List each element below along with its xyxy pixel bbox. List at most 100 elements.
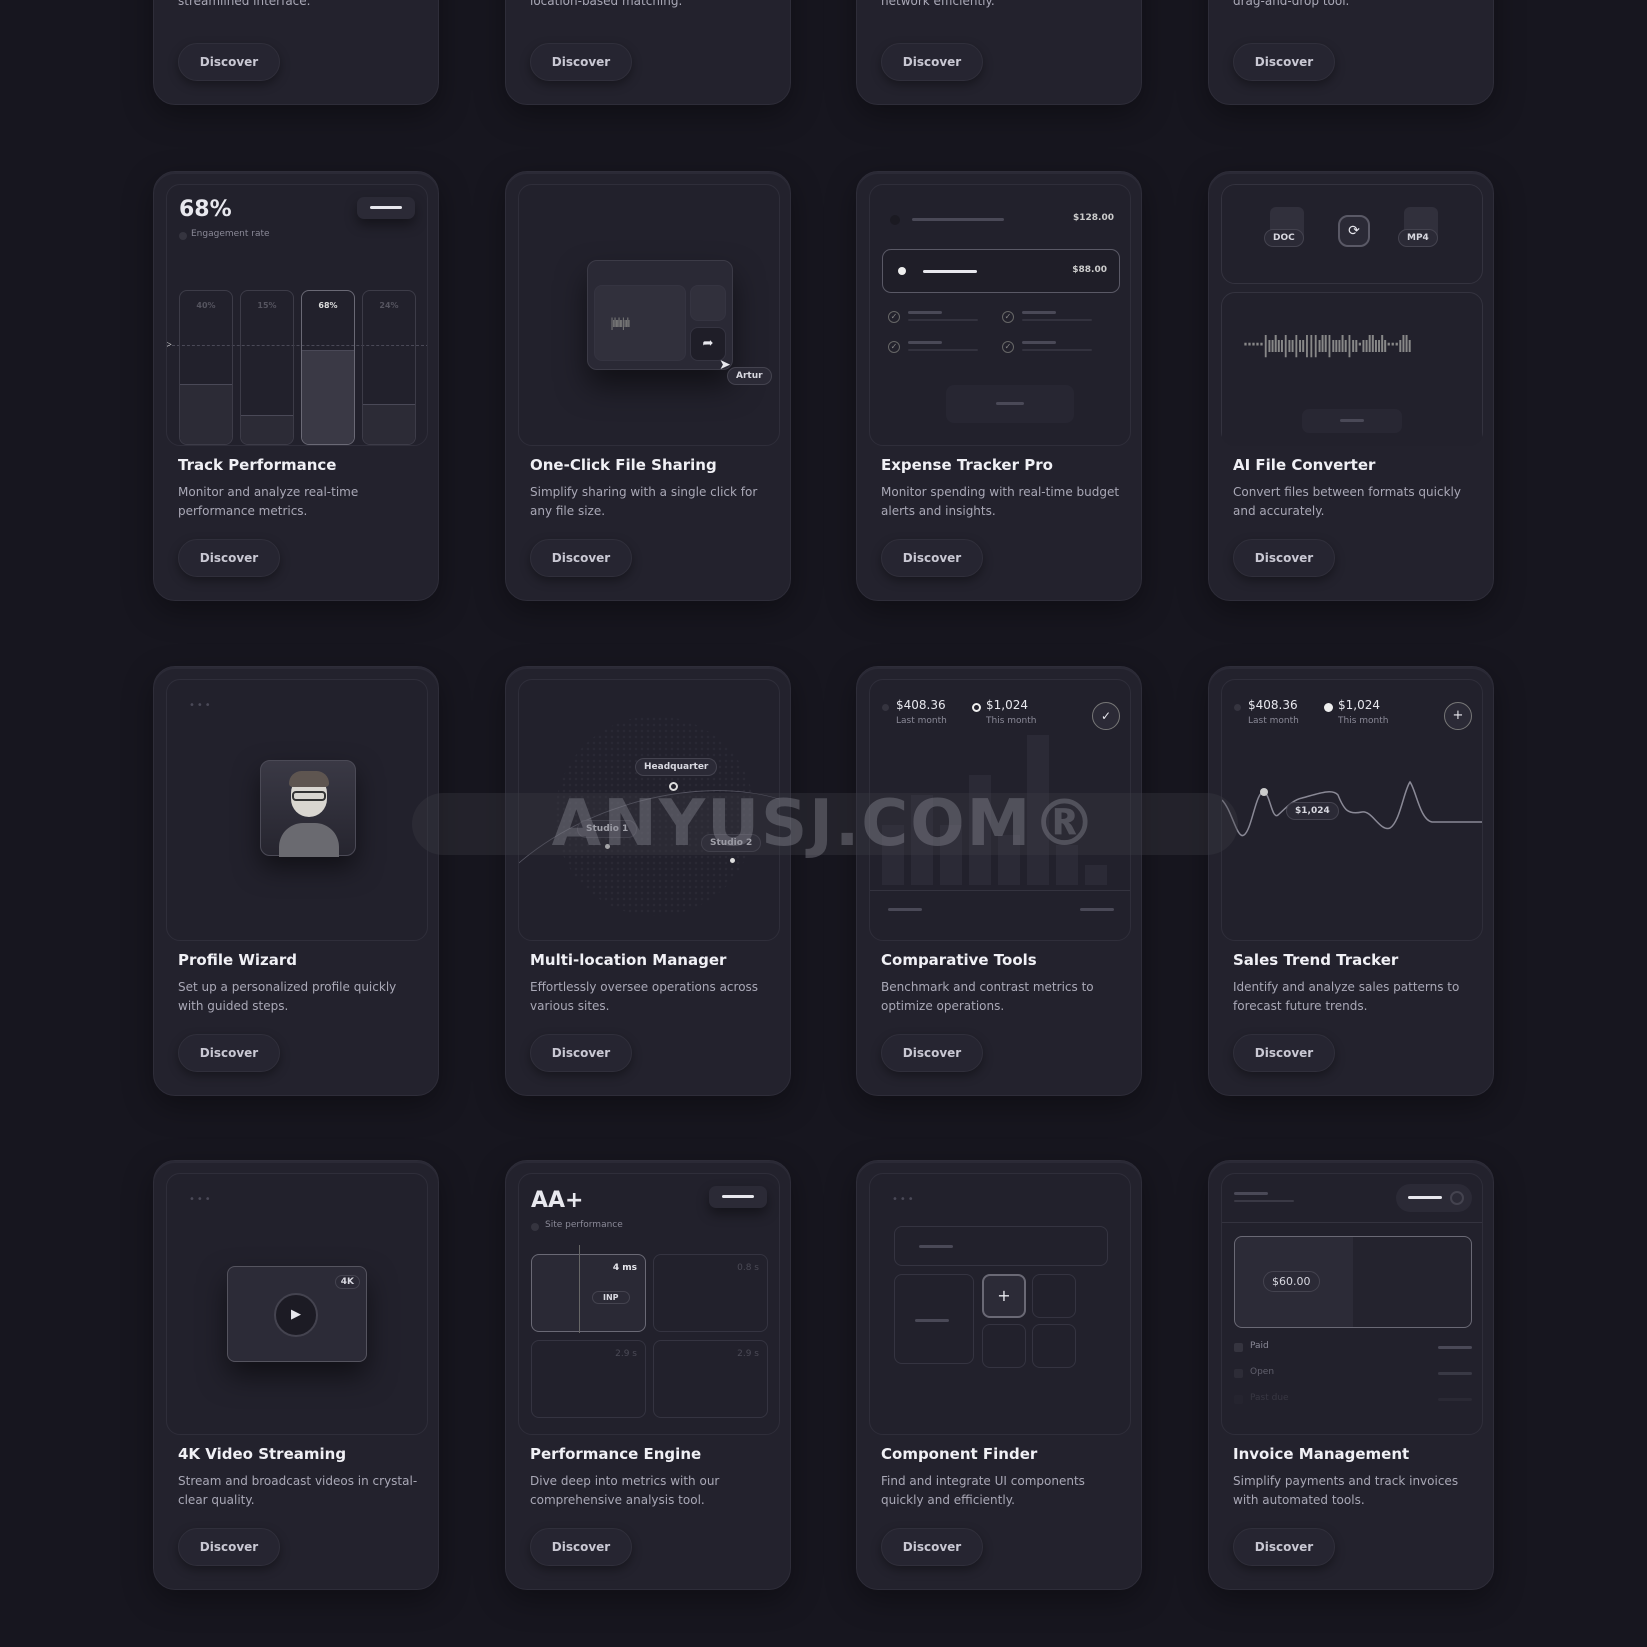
- discover-button[interactable]: Discover: [1233, 539, 1335, 577]
- feature-card: Connect with new friends nearby with loc…: [505, 0, 791, 105]
- card-description: Find and integrate UI components quickly…: [881, 1474, 1085, 1507]
- submit-button[interactable]: [946, 385, 1074, 423]
- avatar[interactable]: [260, 760, 356, 857]
- amount-option-1[interactable]: $128.00: [1073, 213, 1114, 223]
- discover-button[interactable]: Discover: [530, 1034, 632, 1072]
- card-description: Dive deep into metrics with our comprehe…: [530, 1474, 720, 1507]
- profile-preview: •••: [166, 679, 428, 941]
- checkbox[interactable]: [1234, 1395, 1243, 1404]
- check-icon[interactable]: ✓: [1092, 702, 1120, 730]
- this-month-value: $1,024: [986, 698, 1028, 712]
- discover-button[interactable]: Discover: [1233, 43, 1335, 81]
- discover-button[interactable]: Discover: [530, 43, 632, 81]
- last-month-label: Last month: [1248, 716, 1299, 726]
- bar-fill: [363, 404, 415, 444]
- bar-label: 24%: [379, 301, 399, 310]
- discover-button[interactable]: Discover: [530, 1528, 632, 1566]
- discover-button[interactable]: Discover: [530, 539, 632, 577]
- invoice-amount[interactable]: $60.00: [1263, 1271, 1320, 1292]
- sales-trend-line: [1222, 780, 1482, 837]
- card-title: Component Finder: [881, 1445, 1038, 1463]
- bar-fill: [241, 415, 293, 444]
- source-format: DOC: [1264, 229, 1304, 247]
- feature-card: $408.36 Last month $1,024 This month ✓ C…: [856, 666, 1142, 1096]
- invoice-status-row[interactable]: Past due: [1234, 1392, 1472, 1408]
- card-description: Easily create layouts with our intuitive…: [1233, 0, 1350, 8]
- video-player[interactable]: ▶ 4K: [227, 1266, 367, 1362]
- card-title: Invoice Management: [1233, 1445, 1410, 1463]
- check-circle-icon: ✓: [1002, 341, 1014, 353]
- share-icon[interactable]: ➦: [690, 327, 726, 361]
- selected-amount-option[interactable]: $88.00: [882, 249, 1120, 293]
- invoice-status-row[interactable]: Open: [1234, 1366, 1472, 1382]
- card-description: Effortlessly oversee operations across v…: [530, 980, 759, 1013]
- checkbox[interactable]: [1234, 1343, 1243, 1352]
- menu-button[interactable]: [357, 197, 415, 219]
- last-month-value: $408.36: [896, 698, 946, 712]
- plus-icon[interactable]: +: [1444, 702, 1472, 730]
- discover-button[interactable]: Discover: [1233, 1528, 1335, 1566]
- engagement-bar[interactable]: 24%: [362, 290, 416, 445]
- check-circle-icon: ✓: [888, 341, 900, 353]
- engagement-bar[interactable]: 40%: [179, 290, 233, 445]
- play-icon[interactable]: ▶: [274, 1293, 318, 1337]
- user-tag: Artur: [727, 367, 772, 385]
- card-title: Multi-location Manager: [530, 951, 727, 969]
- metric-tag: INP: [592, 1291, 630, 1304]
- invoice-chart: $60.00: [1234, 1236, 1472, 1328]
- metric-cell-inp[interactable]: 4 ms INP: [531, 1245, 646, 1333]
- card-title: 4K Video Streaming: [178, 1445, 347, 1463]
- engagement-bar[interactable]: 15%: [240, 290, 294, 445]
- card-description: Convert files between formats quickly an…: [1233, 485, 1461, 518]
- folder: |ılıılıı|ıılı ➦: [587, 260, 733, 370]
- value-tooltip: $1,024: [1286, 802, 1339, 820]
- card-description: Connect with new friends nearby with loc…: [530, 0, 683, 8]
- engagement-bar[interactable]: 68%: [301, 290, 355, 445]
- menu-button[interactable]: [709, 1186, 767, 1208]
- card-description: Monitor spending with real-time budget a…: [881, 485, 1120, 518]
- discover-button[interactable]: Discover: [881, 1034, 983, 1072]
- target-format: MP4: [1398, 229, 1438, 247]
- add-component-button[interactable]: +: [982, 1274, 1026, 1318]
- metric-value: 4 ms: [612, 1263, 637, 1273]
- status-label: Paid: [1250, 1341, 1269, 1351]
- component-finder-preview: ••• +: [869, 1173, 1131, 1435]
- audio-file: |ılıılıı|ıılı: [594, 285, 686, 361]
- comparison-bar: [1085, 865, 1107, 885]
- card-description: Stream and broadcast videos in crystal-c…: [178, 1474, 418, 1507]
- location-headquarter[interactable]: Headquarter: [635, 758, 718, 776]
- feature-card: ••• Profile Wizard Set up a personalized …: [153, 666, 439, 1096]
- last-month-value: $408.36: [1248, 698, 1298, 712]
- feature-card: 68% Engagement rate ▷ 40% 15% 68% 24% Track…: [153, 171, 439, 601]
- feature-card: $60.00 Paid Open Past due Invoice Manageme…: [1208, 1160, 1494, 1590]
- performance-preview: AA+ Site performance 4 ms INP 0.8 s 2.9 …: [518, 1173, 780, 1435]
- convert-icon[interactable]: ⟳: [1338, 215, 1370, 247]
- card-title: Performance Engine: [530, 1445, 702, 1463]
- card-description: Build and manage your professional netwo…: [881, 0, 995, 8]
- discover-button[interactable]: Discover: [178, 539, 280, 577]
- discover-button[interactable]: Discover: [178, 1034, 280, 1072]
- engagement-label: Engagement rate: [191, 229, 270, 239]
- discover-button[interactable]: Discover: [881, 43, 983, 81]
- discover-button[interactable]: Discover: [178, 43, 280, 81]
- invoice-status-row[interactable]: Paid: [1234, 1340, 1472, 1356]
- drag-handle-icon[interactable]: ▷: [167, 339, 172, 350]
- toggle[interactable]: [1396, 1184, 1472, 1212]
- waveform: ·····|ıılıı|ıı|ıı|||ıll|ııılı|ıı·ııllııl…: [1242, 333, 1413, 358]
- feature-card: Easily create layouts with our intuitive…: [1208, 0, 1494, 105]
- expense-preview: $128.00 $88.00 ✓ ✓ ✓ ✓: [869, 184, 1131, 446]
- discover-button[interactable]: Discover: [178, 1528, 280, 1566]
- card-description: Simplify payments and track invoices wit…: [1233, 1474, 1459, 1507]
- discover-button[interactable]: Discover: [881, 539, 983, 577]
- performance-grade: AA+: [531, 1188, 584, 1213]
- track-performance-preview: 68% Engagement rate ▷ 40% 15% 68% 24%: [166, 184, 428, 446]
- checkbox[interactable]: [1234, 1369, 1243, 1378]
- check-circle-icon: ✓: [888, 311, 900, 323]
- amount-option-2: $88.00: [1072, 265, 1107, 275]
- watermark: ANYUSJ.COM®: [412, 787, 1238, 861]
- discover-button[interactable]: Discover: [1233, 1034, 1335, 1072]
- this-month-label: This month: [986, 716, 1037, 726]
- status-label: Open: [1250, 1367, 1275, 1377]
- discover-button[interactable]: Discover: [881, 1528, 983, 1566]
- bar-label: 68%: [318, 301, 338, 310]
